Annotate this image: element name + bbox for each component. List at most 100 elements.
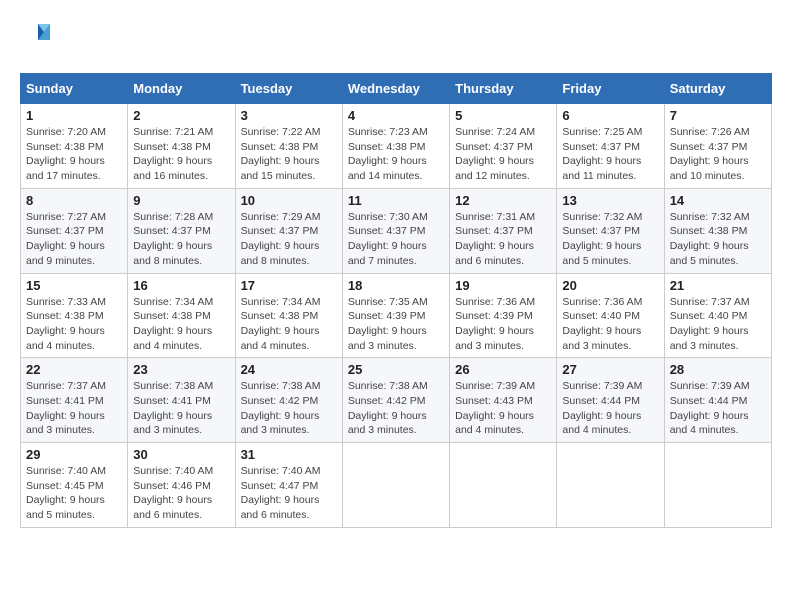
day-number: 20 bbox=[562, 278, 658, 293]
calendar-cell bbox=[450, 443, 557, 528]
calendar-cell: 5 Sunrise: 7:24 AM Sunset: 4:37 PM Dayli… bbox=[450, 104, 557, 189]
day-info: Sunrise: 7:37 AM Sunset: 4:41 PM Dayligh… bbox=[26, 379, 122, 438]
calendar-cell: 25 Sunrise: 7:38 AM Sunset: 4:42 PM Dayl… bbox=[342, 358, 449, 443]
calendar-cell: 13 Sunrise: 7:32 AM Sunset: 4:37 PM Dayl… bbox=[557, 188, 664, 273]
calendar-cell: 10 Sunrise: 7:29 AM Sunset: 4:37 PM Dayl… bbox=[235, 188, 342, 273]
day-info: Sunrise: 7:38 AM Sunset: 4:42 PM Dayligh… bbox=[241, 379, 337, 438]
day-number: 13 bbox=[562, 193, 658, 208]
day-number: 23 bbox=[133, 362, 229, 377]
day-info: Sunrise: 7:28 AM Sunset: 4:37 PM Dayligh… bbox=[133, 210, 229, 269]
calendar-cell: 29 Sunrise: 7:40 AM Sunset: 4:45 PM Dayl… bbox=[21, 443, 128, 528]
day-info: Sunrise: 7:31 AM Sunset: 4:37 PM Dayligh… bbox=[455, 210, 551, 269]
day-info: Sunrise: 7:35 AM Sunset: 4:39 PM Dayligh… bbox=[348, 295, 444, 354]
day-number: 8 bbox=[26, 193, 122, 208]
calendar-cell: 28 Sunrise: 7:39 AM Sunset: 4:44 PM Dayl… bbox=[664, 358, 771, 443]
logo bbox=[20, 20, 52, 57]
day-number: 17 bbox=[241, 278, 337, 293]
page-header bbox=[20, 20, 772, 57]
logo-icon bbox=[20, 20, 52, 52]
day-info: Sunrise: 7:34 AM Sunset: 4:38 PM Dayligh… bbox=[133, 295, 229, 354]
day-number: 22 bbox=[26, 362, 122, 377]
day-info: Sunrise: 7:40 AM Sunset: 4:46 PM Dayligh… bbox=[133, 464, 229, 523]
day-number: 16 bbox=[133, 278, 229, 293]
calendar-cell: 21 Sunrise: 7:37 AM Sunset: 4:40 PM Dayl… bbox=[664, 273, 771, 358]
day-header-saturday: Saturday bbox=[664, 74, 771, 104]
day-number: 6 bbox=[562, 108, 658, 123]
day-info: Sunrise: 7:30 AM Sunset: 4:37 PM Dayligh… bbox=[348, 210, 444, 269]
day-number: 28 bbox=[670, 362, 766, 377]
day-number: 30 bbox=[133, 447, 229, 462]
calendar-week-row: 8 Sunrise: 7:27 AM Sunset: 4:37 PM Dayli… bbox=[21, 188, 772, 273]
day-header-tuesday: Tuesday bbox=[235, 74, 342, 104]
calendar-cell: 17 Sunrise: 7:34 AM Sunset: 4:38 PM Dayl… bbox=[235, 273, 342, 358]
calendar-cell: 4 Sunrise: 7:23 AM Sunset: 4:38 PM Dayli… bbox=[342, 104, 449, 189]
calendar-week-row: 29 Sunrise: 7:40 AM Sunset: 4:45 PM Dayl… bbox=[21, 443, 772, 528]
calendar-cell: 24 Sunrise: 7:38 AM Sunset: 4:42 PM Dayl… bbox=[235, 358, 342, 443]
calendar-week-row: 1 Sunrise: 7:20 AM Sunset: 4:38 PM Dayli… bbox=[21, 104, 772, 189]
calendar-cell bbox=[557, 443, 664, 528]
day-number: 2 bbox=[133, 108, 229, 123]
day-number: 3 bbox=[241, 108, 337, 123]
calendar-cell: 2 Sunrise: 7:21 AM Sunset: 4:38 PM Dayli… bbox=[128, 104, 235, 189]
calendar-cell: 14 Sunrise: 7:32 AM Sunset: 4:38 PM Dayl… bbox=[664, 188, 771, 273]
day-info: Sunrise: 7:22 AM Sunset: 4:38 PM Dayligh… bbox=[241, 125, 337, 184]
day-number: 11 bbox=[348, 193, 444, 208]
day-header-wednesday: Wednesday bbox=[342, 74, 449, 104]
day-number: 31 bbox=[241, 447, 337, 462]
day-number: 27 bbox=[562, 362, 658, 377]
calendar-cell: 18 Sunrise: 7:35 AM Sunset: 4:39 PM Dayl… bbox=[342, 273, 449, 358]
day-info: Sunrise: 7:32 AM Sunset: 4:37 PM Dayligh… bbox=[562, 210, 658, 269]
calendar-cell: 31 Sunrise: 7:40 AM Sunset: 4:47 PM Dayl… bbox=[235, 443, 342, 528]
day-info: Sunrise: 7:26 AM Sunset: 4:37 PM Dayligh… bbox=[670, 125, 766, 184]
day-header-monday: Monday bbox=[128, 74, 235, 104]
calendar-cell: 11 Sunrise: 7:30 AM Sunset: 4:37 PM Dayl… bbox=[342, 188, 449, 273]
calendar-table: SundayMondayTuesdayWednesdayThursdayFrid… bbox=[20, 73, 772, 528]
calendar-cell: 20 Sunrise: 7:36 AM Sunset: 4:40 PM Dayl… bbox=[557, 273, 664, 358]
day-number: 10 bbox=[241, 193, 337, 208]
calendar-cell bbox=[342, 443, 449, 528]
day-info: Sunrise: 7:29 AM Sunset: 4:37 PM Dayligh… bbox=[241, 210, 337, 269]
calendar-cell: 7 Sunrise: 7:26 AM Sunset: 4:37 PM Dayli… bbox=[664, 104, 771, 189]
day-number: 25 bbox=[348, 362, 444, 377]
calendar-cell: 16 Sunrise: 7:34 AM Sunset: 4:38 PM Dayl… bbox=[128, 273, 235, 358]
day-number: 21 bbox=[670, 278, 766, 293]
calendar-cell: 30 Sunrise: 7:40 AM Sunset: 4:46 PM Dayl… bbox=[128, 443, 235, 528]
day-number: 15 bbox=[26, 278, 122, 293]
day-info: Sunrise: 7:36 AM Sunset: 4:39 PM Dayligh… bbox=[455, 295, 551, 354]
day-info: Sunrise: 7:27 AM Sunset: 4:37 PM Dayligh… bbox=[26, 210, 122, 269]
calendar-cell: 19 Sunrise: 7:36 AM Sunset: 4:39 PM Dayl… bbox=[450, 273, 557, 358]
calendar-week-row: 22 Sunrise: 7:37 AM Sunset: 4:41 PM Dayl… bbox=[21, 358, 772, 443]
day-number: 19 bbox=[455, 278, 551, 293]
calendar-cell: 3 Sunrise: 7:22 AM Sunset: 4:38 PM Dayli… bbox=[235, 104, 342, 189]
day-number: 29 bbox=[26, 447, 122, 462]
day-info: Sunrise: 7:39 AM Sunset: 4:43 PM Dayligh… bbox=[455, 379, 551, 438]
day-number: 14 bbox=[670, 193, 766, 208]
day-number: 24 bbox=[241, 362, 337, 377]
day-number: 4 bbox=[348, 108, 444, 123]
day-number: 5 bbox=[455, 108, 551, 123]
day-header-friday: Friday bbox=[557, 74, 664, 104]
day-info: Sunrise: 7:25 AM Sunset: 4:37 PM Dayligh… bbox=[562, 125, 658, 184]
day-number: 12 bbox=[455, 193, 551, 208]
day-info: Sunrise: 7:40 AM Sunset: 4:45 PM Dayligh… bbox=[26, 464, 122, 523]
day-info: Sunrise: 7:38 AM Sunset: 4:41 PM Dayligh… bbox=[133, 379, 229, 438]
calendar-cell bbox=[664, 443, 771, 528]
day-info: Sunrise: 7:24 AM Sunset: 4:37 PM Dayligh… bbox=[455, 125, 551, 184]
calendar-cell: 12 Sunrise: 7:31 AM Sunset: 4:37 PM Dayl… bbox=[450, 188, 557, 273]
day-number: 1 bbox=[26, 108, 122, 123]
calendar-cell: 26 Sunrise: 7:39 AM Sunset: 4:43 PM Dayl… bbox=[450, 358, 557, 443]
calendar-cell: 8 Sunrise: 7:27 AM Sunset: 4:37 PM Dayli… bbox=[21, 188, 128, 273]
day-header-sunday: Sunday bbox=[21, 74, 128, 104]
day-number: 18 bbox=[348, 278, 444, 293]
calendar-cell: 27 Sunrise: 7:39 AM Sunset: 4:44 PM Dayl… bbox=[557, 358, 664, 443]
calendar-cell: 9 Sunrise: 7:28 AM Sunset: 4:37 PM Dayli… bbox=[128, 188, 235, 273]
day-info: Sunrise: 7:23 AM Sunset: 4:38 PM Dayligh… bbox=[348, 125, 444, 184]
calendar-header-row: SundayMondayTuesdayWednesdayThursdayFrid… bbox=[21, 74, 772, 104]
calendar-week-row: 15 Sunrise: 7:33 AM Sunset: 4:38 PM Dayl… bbox=[21, 273, 772, 358]
day-info: Sunrise: 7:20 AM Sunset: 4:38 PM Dayligh… bbox=[26, 125, 122, 184]
calendar-cell: 6 Sunrise: 7:25 AM Sunset: 4:37 PM Dayli… bbox=[557, 104, 664, 189]
calendar-cell: 23 Sunrise: 7:38 AM Sunset: 4:41 PM Dayl… bbox=[128, 358, 235, 443]
day-info: Sunrise: 7:38 AM Sunset: 4:42 PM Dayligh… bbox=[348, 379, 444, 438]
day-info: Sunrise: 7:36 AM Sunset: 4:40 PM Dayligh… bbox=[562, 295, 658, 354]
day-header-thursday: Thursday bbox=[450, 74, 557, 104]
